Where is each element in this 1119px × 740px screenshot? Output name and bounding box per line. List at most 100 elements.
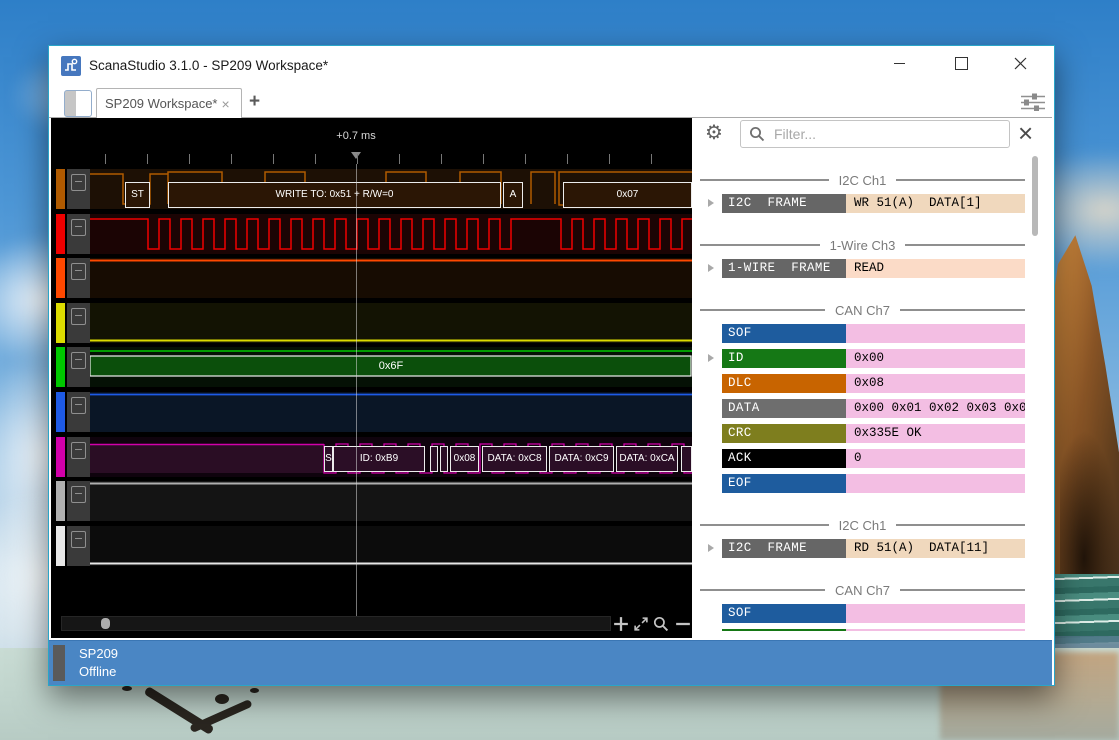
expand-arrow-icon[interactable] — [708, 354, 714, 362]
decoded-item-row[interactable]: ID0x00 — [722, 349, 1025, 368]
expand-arrow-icon[interactable] — [708, 199, 714, 207]
decode-box[interactable] — [681, 446, 692, 472]
waveform-row-ch3-1wire[interactable] — [90, 258, 692, 298]
device-name: SP209 — [79, 646, 118, 661]
device-status-bar[interactable]: SP209 Offline — [49, 640, 1052, 685]
decoded-item-row[interactable]: 1-WIRE FRAMEREAD — [722, 259, 1025, 278]
decoded-item-row[interactable]: CRC0x335E OK — [722, 424, 1025, 443]
device-status: Offline — [79, 664, 116, 679]
waveform-row-ch1-i2c[interactable]: ST WRITE TO: 0x51 + R/W=0A 0x07 — [90, 169, 692, 209]
close-button[interactable] — [1003, 46, 1037, 80]
channel-color-strip-ch8[interactable] — [56, 481, 65, 521]
waveform-row-ch2-clock[interactable] — [90, 214, 692, 254]
decode-box[interactable]: 0x08 — [450, 446, 479, 472]
decode-box[interactable]: DATA: 0xC8 — [482, 446, 547, 472]
waveform-row-ch8[interactable] — [90, 481, 692, 521]
decoded-item-row[interactable]: ID0x00 — [722, 629, 1025, 631]
panel-scrollbar-thumb[interactable] — [1032, 156, 1038, 236]
title-bar[interactable]: ScanaStudio 3.1.0 - SP209 Workspace* — [49, 46, 1052, 86]
expand-arrow-icon[interactable] — [708, 544, 714, 552]
item-label: SOF — [722, 324, 846, 343]
panel-close-icon[interactable]: × — [1018, 118, 1033, 148]
expand-fit-icon[interactable] — [633, 616, 649, 632]
horizontal-scrollbar[interactable] — [61, 616, 611, 631]
item-value — [846, 474, 1025, 493]
decoded-item-row[interactable]: SOF — [722, 324, 1025, 343]
channel-collapse-button[interactable] — [71, 308, 86, 325]
decode-box[interactable]: WRITE TO: 0x51 + R/W=0 — [168, 182, 501, 208]
timeline-tick — [231, 154, 232, 164]
channel-color-strip-ch9[interactable] — [56, 526, 65, 566]
item-label: ID — [722, 629, 846, 631]
add-tab-button[interactable]: + — [249, 91, 260, 113]
channel-color-strip-ch5-uart[interactable] — [56, 347, 65, 387]
gear-icon[interactable]: ⚙ — [705, 120, 723, 145]
channel-collapse-button[interactable] — [71, 174, 86, 191]
decode-box[interactable]: ST — [125, 182, 150, 208]
driftwood — [215, 694, 229, 704]
expand-arrow-icon[interactable] — [708, 264, 714, 272]
section-header: I2C Ch1 — [700, 518, 1025, 532]
channel-color-strip-ch2-clock[interactable] — [56, 214, 65, 254]
waveform-row-ch6[interactable] — [90, 392, 692, 432]
channel-collapse-button[interactable] — [71, 352, 86, 369]
tab-close-icon[interactable]: × — [222, 97, 230, 111]
decoded-item-row[interactable]: EOF — [722, 474, 1025, 493]
minimize-button[interactable] — [882, 46, 916, 80]
time-cursor-label: +0.7 ms — [306, 130, 406, 142]
decode-box[interactable]: S — [324, 446, 333, 472]
item-value — [846, 604, 1025, 623]
waveform-view[interactable]: +0.7 ms ST WRITE TO: 0x51 + R/W=0A 0x07 0x6… — [51, 118, 692, 638]
time-cursor-line[interactable] — [356, 164, 357, 616]
decode-box[interactable]: 0x07 — [563, 182, 692, 208]
timeline-tick — [315, 154, 316, 164]
scrollbar-thumb[interactable] — [101, 618, 110, 629]
decode-box[interactable]: DATA: 0xC9 — [549, 446, 614, 472]
tab-settings-sliders-icon[interactable] — [1021, 93, 1045, 111]
maximize-button[interactable] — [944, 46, 978, 80]
section-title: CAN Ch7 — [835, 583, 890, 598]
decoded-item-row[interactable]: DATA0x00 0x01 0x02 0x03 0x04 — [722, 399, 1025, 418]
pane-toggle-button[interactable] — [64, 90, 92, 117]
channel-color-strip-ch1-i2c[interactable] — [56, 169, 65, 209]
waveform-row-ch4[interactable] — [90, 303, 692, 343]
section-header: 1-Wire Ch3 — [700, 238, 1025, 252]
decode-box[interactable] — [430, 446, 438, 472]
waveform-row-ch7-can[interactable]: SID: 0xB9 0x08DATA: 0xC8DATA: 0xC9DATA: 0… — [90, 437, 692, 477]
decode-box[interactable]: ID: 0xB9 — [333, 446, 425, 472]
channel-color-strip-ch6[interactable] — [56, 392, 65, 432]
decoded-item-row[interactable]: ACK0 — [722, 449, 1025, 468]
desktop-wallpaper: ScanaStudio 3.1.0 - SP209 Workspace* SP2… — [0, 0, 1119, 740]
tab-sp209-workspace[interactable]: SP209 Workspace* × — [96, 88, 242, 118]
waveform-row-ch5-uart[interactable]: 0x6F — [90, 347, 692, 387]
channel-color-strip-ch4[interactable] — [56, 303, 65, 343]
zoom-in-plus-icon[interactable] — [613, 616, 629, 632]
zoom-search-icon[interactable] — [653, 616, 669, 632]
channel-color-strip-ch3-1wire[interactable] — [56, 258, 65, 298]
channel-collapse-button[interactable] — [71, 531, 86, 548]
channel-collapse-button[interactable] — [71, 263, 86, 280]
time-cursor-marker-icon[interactable] — [351, 152, 361, 159]
decoded-item-row[interactable]: DLC0x08 — [722, 374, 1025, 393]
channel-collapse-button[interactable] — [71, 442, 86, 459]
decode-box[interactable] — [440, 446, 448, 472]
item-label: ACK — [722, 449, 846, 468]
channel-color-strip-ch7-can[interactable] — [56, 437, 65, 477]
maximize-icon — [955, 57, 968, 70]
channel-collapse-button[interactable] — [71, 397, 86, 414]
decoded-item-row[interactable]: I2C FRAMEWR 51(A) DATA[1] — [722, 194, 1025, 213]
decode-box[interactable]: DATA: 0xCA — [616, 446, 678, 472]
filter-input[interactable] — [772, 125, 1009, 143]
filter-search-box[interactable] — [740, 120, 1010, 148]
zoom-out-minus-icon[interactable] — [675, 616, 691, 632]
channel-collapse-button[interactable] — [71, 219, 86, 236]
decoded-item-row[interactable]: SOF — [722, 604, 1025, 623]
waveform-row-ch9[interactable] — [90, 526, 692, 566]
decoded-item-row[interactable]: I2C FRAMERD 51(A) DATA[11] — [722, 539, 1025, 558]
section-title: I2C Ch1 — [839, 518, 887, 533]
window-title: ScanaStudio 3.1.0 - SP209 Workspace* — [89, 58, 328, 73]
channel-collapse-button[interactable] — [71, 486, 86, 503]
item-label: EOF — [722, 474, 846, 493]
decode-box[interactable]: A — [503, 182, 523, 208]
cliff-shadow — [1060, 430, 1119, 590]
